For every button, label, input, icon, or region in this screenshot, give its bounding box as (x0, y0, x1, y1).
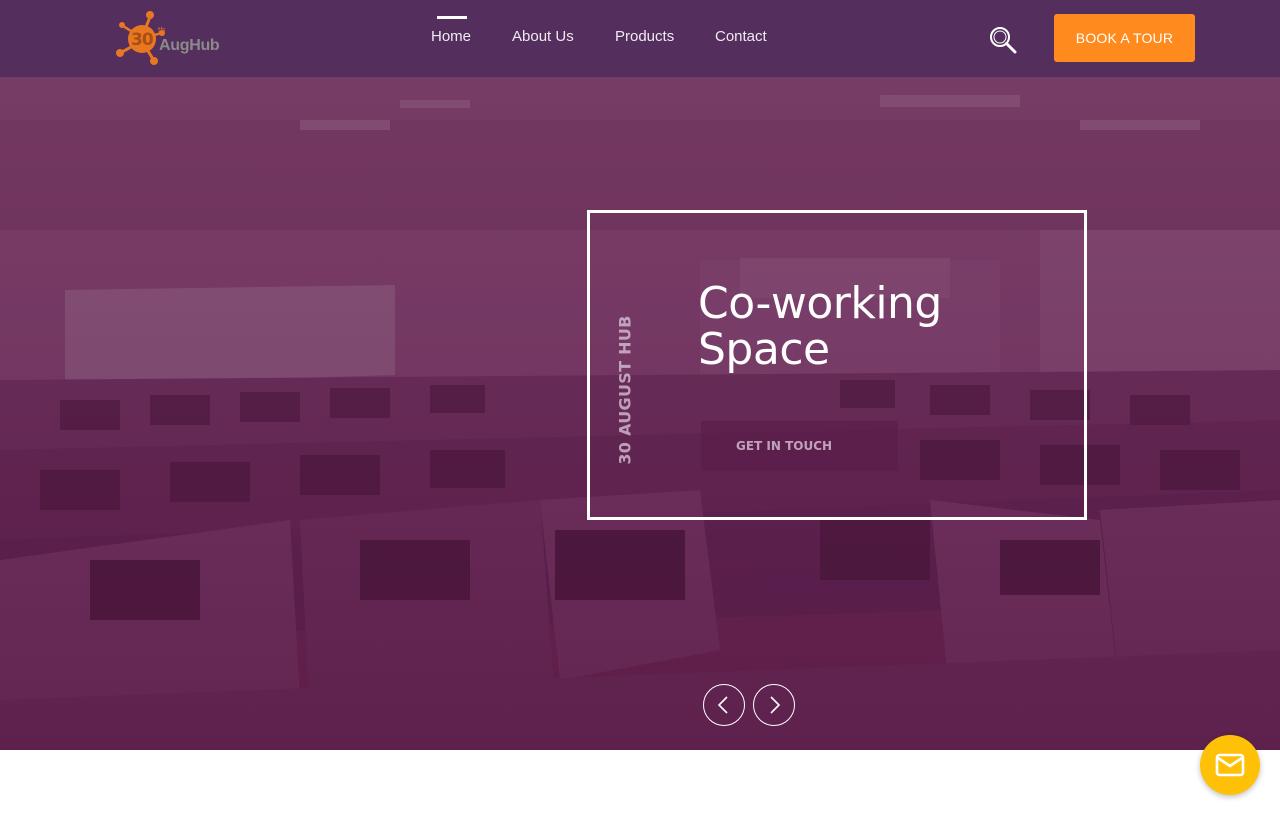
site-header: 30 th AugHub Home About Us Products Cont… (0, 0, 1280, 77)
nav-item-contact[interactable]: Contact (715, 28, 767, 45)
logo-wordmark: AugHub (159, 37, 220, 54)
nav-active-indicator (437, 16, 467, 19)
logo-superscript: th (158, 26, 166, 34)
nav-item-products[interactable]: Products (615, 28, 674, 45)
slide-title-line2: Space (698, 324, 830, 375)
chevron-right-icon (770, 696, 781, 714)
slide-vertical-tag: 30 AUGUST HUB (615, 315, 635, 465)
get-in-touch-button[interactable]: GET IN TOUCH (701, 421, 898, 471)
slider-prev-button[interactable] (703, 684, 745, 726)
brand-logo[interactable]: 30 th AugHub (114, 9, 220, 67)
nav-item-about-us[interactable]: About Us (512, 28, 574, 45)
slider-next-button[interactable] (753, 684, 795, 726)
nav-item-home[interactable]: Home (431, 28, 471, 45)
search-icon[interactable] (988, 25, 1018, 55)
slide-title-line1: Co-working (698, 278, 942, 329)
slide-title: Co-working Space (698, 281, 1038, 373)
mail-icon (1215, 753, 1245, 777)
book-a-tour-button[interactable]: BOOK A TOUR (1054, 14, 1195, 62)
logo-number: 30 (131, 30, 154, 50)
chevron-left-icon (717, 696, 728, 714)
contact-mail-button[interactable] (1200, 735, 1260, 795)
